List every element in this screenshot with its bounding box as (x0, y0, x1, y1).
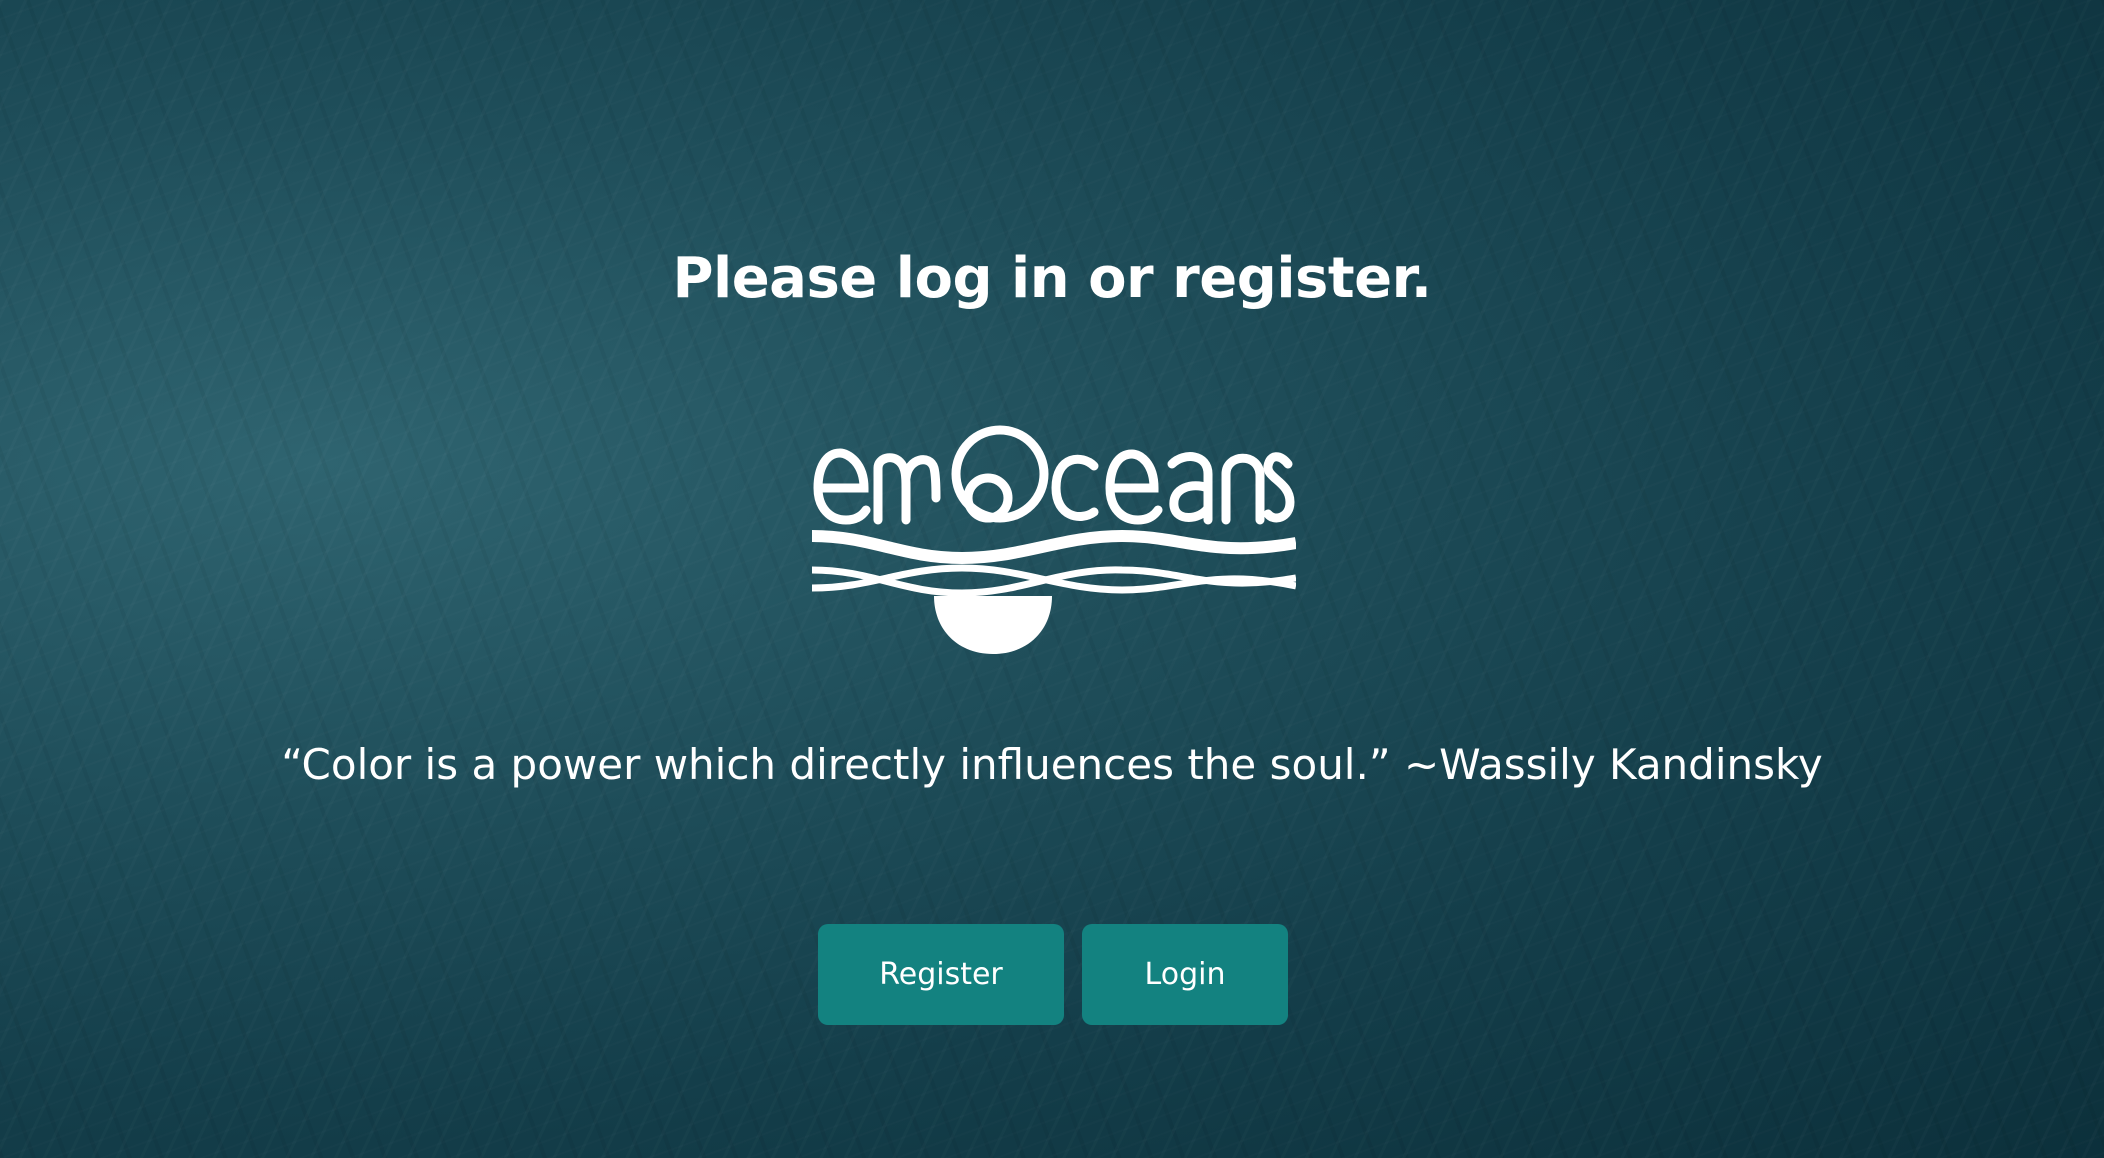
page-title: Please log in or register. (672, 246, 1432, 311)
emoceans-logo (812, 425, 1296, 654)
register-button[interactable]: Register (818, 924, 1064, 1025)
kandinsky-quote: “Color is a power which directly influen… (281, 740, 1823, 789)
login-button[interactable]: Login (1082, 924, 1288, 1025)
